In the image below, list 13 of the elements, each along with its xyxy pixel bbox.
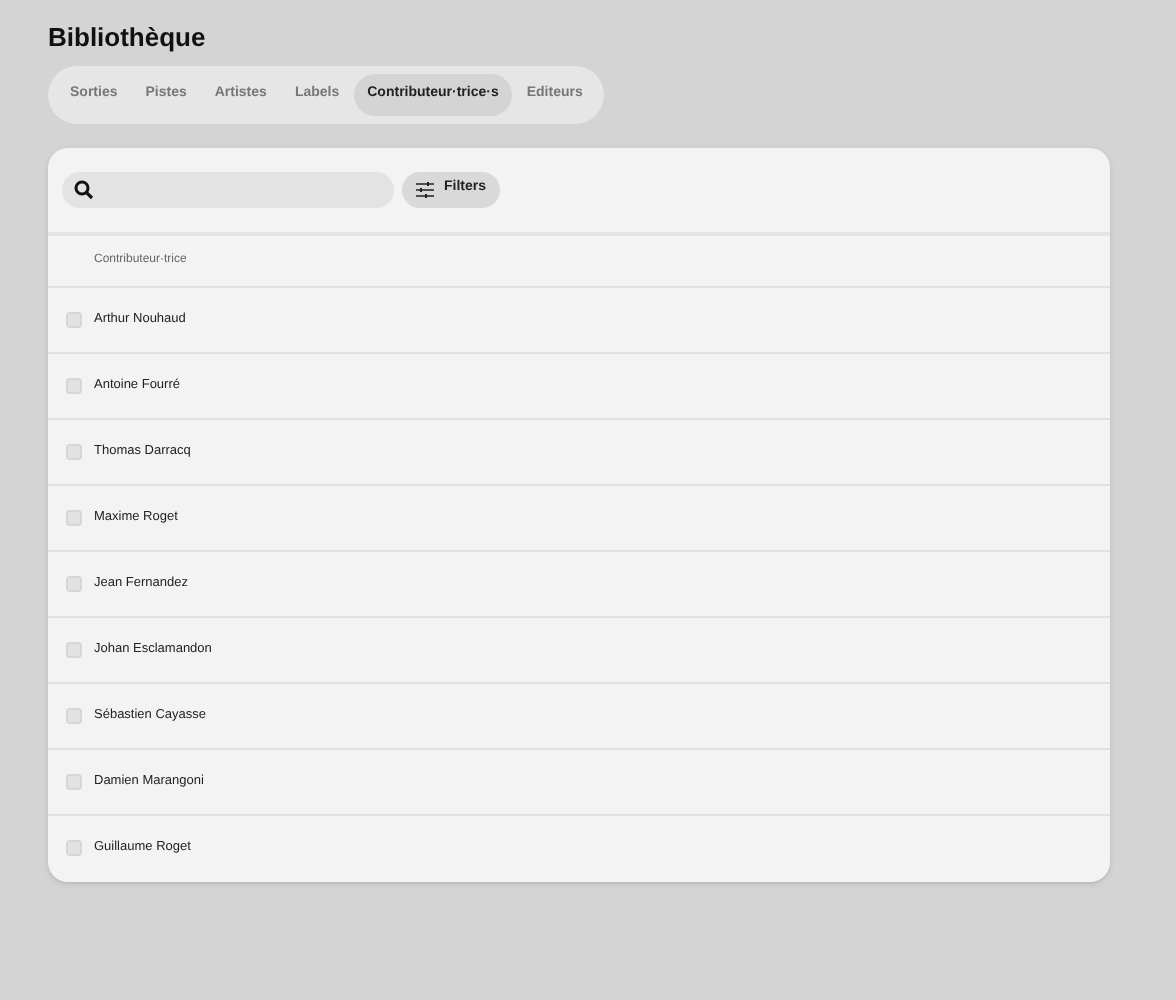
- search-icon: [74, 179, 94, 199]
- page-title: Bibliothèque: [48, 20, 208, 56]
- sliders-icon: [416, 181, 434, 197]
- checkbox[interactable]: [66, 509, 82, 525]
- checkbox[interactable]: [66, 840, 82, 856]
- checkbox[interactable]: [66, 377, 82, 393]
- checkbox[interactable]: [66, 641, 82, 657]
- checkbox[interactable]: [66, 707, 82, 723]
- checkbox[interactable]: [66, 773, 82, 789]
- search-field[interactable]: [62, 171, 394, 207]
- checkbox[interactable]: [66, 575, 82, 591]
- checkbox[interactable]: [66, 443, 82, 459]
- checkbox[interactable]: [66, 311, 82, 327]
